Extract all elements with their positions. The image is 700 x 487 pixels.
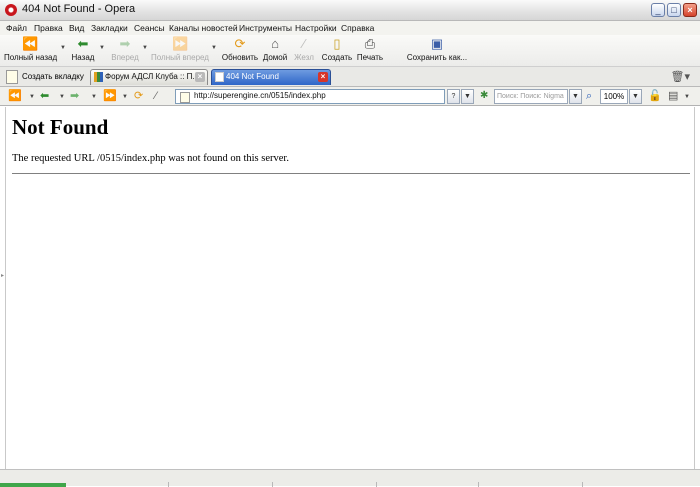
search-input[interactable]: Поиск: Поиск: Nigma xyxy=(494,89,568,104)
forum-favicon-icon xyxy=(94,72,103,82)
status-divider xyxy=(582,482,583,487)
address-dropdown-icon[interactable]: ▼ xyxy=(461,89,474,104)
magnifier-icon: ⌕ xyxy=(586,90,593,102)
fast-forward-dropdown-icon[interactable]: ▼ xyxy=(211,45,217,51)
forward-arrow-icon: ➡ xyxy=(119,36,131,51)
error-message: The requested URL /0515/index.php was no… xyxy=(12,153,289,164)
page-heading: Not Found xyxy=(12,115,109,139)
back-arrow-icon: ⬅ xyxy=(77,36,89,51)
menu-edit[interactable]: Правка xyxy=(34,23,63,33)
tab-forum[interactable]: Форум АДСЛ Клуба :: П... × xyxy=(90,69,208,85)
address-field[interactable]: http://superengine.cn/0515/index.php xyxy=(175,89,445,104)
title-bar: 404 Not Found - Opera _ □ × xyxy=(0,0,700,21)
forward-small-icon[interactable]: ➡ xyxy=(70,89,79,103)
dropdown-icon[interactable]: ▼ xyxy=(29,94,35,100)
print-button[interactable]: ⎙ Печать xyxy=(356,36,384,63)
dropdown-icon[interactable]: ▼ xyxy=(59,94,65,100)
close-tab-icon[interactable]: × xyxy=(195,72,205,82)
menu-bookmarks[interactable]: Закладки xyxy=(91,23,128,33)
home-icon: ⌂ xyxy=(271,36,279,51)
printer-icon: ⎙ xyxy=(364,36,376,51)
new-tab-icon xyxy=(6,69,18,84)
maximize-button[interactable]: □ xyxy=(667,3,681,17)
search-dropdown-icon[interactable]: ▼ xyxy=(569,89,582,104)
menu-file[interactable]: Файл xyxy=(6,23,27,33)
new-page-icon: ▯ xyxy=(333,36,341,51)
forward-button[interactable]: ➡ Вперед xyxy=(108,36,142,63)
rewind-icon: ⏪ xyxy=(22,36,39,51)
window-title: 404 Not Found - Opera xyxy=(22,3,136,15)
status-divider xyxy=(376,482,377,487)
floppy-disk-icon: ▣ xyxy=(430,36,444,51)
wand-button[interactable]: ⁄ Жезл xyxy=(292,36,316,63)
status-bar xyxy=(0,469,700,487)
url-text: http://superengine.cn/0515/index.php xyxy=(194,91,326,100)
back-small-icon[interactable]: ⬅ xyxy=(40,89,49,103)
trash-icon[interactable]: 🗑▾ xyxy=(671,70,691,83)
back-button[interactable]: ⬅ Назад xyxy=(70,36,96,63)
fast-forward-icon: ⏩ xyxy=(172,36,189,51)
save-as-button[interactable]: ▣ Сохранить как... xyxy=(404,36,470,63)
page-viewport: Not Found The requested URL /0515/index.… xyxy=(5,107,695,469)
menu-bar: Файл Правка Вид Закладки Сеансы Каналы н… xyxy=(0,21,700,35)
menu-tools[interactable]: Инструменты xyxy=(239,23,292,33)
dropdown-icon[interactable]: ▼ xyxy=(122,94,128,100)
panel-handle-icon[interactable]: ▸ xyxy=(1,272,4,279)
tab-404-not-found[interactable]: 404 Not Found × xyxy=(211,69,331,85)
page-favicon-icon xyxy=(215,72,224,82)
wand-icon: ⁄ xyxy=(302,36,306,51)
menu-help[interactable]: Справка xyxy=(341,23,374,33)
search-engine-icon[interactable]: ✱ xyxy=(480,89,488,103)
tab-bar: Создать вкладку Форум АДСЛ Клуба :: П...… xyxy=(0,67,700,87)
address-toolbar: ⏪ ▼ ⬅ ▼ ➡ ▼ ⏩ ▼ ⟳ ⁄ http://superengine.c… xyxy=(0,87,700,106)
status-divider xyxy=(478,482,479,487)
rewind-button[interactable]: ⏪ Полный назад xyxy=(4,36,57,63)
horizontal-rule xyxy=(12,173,690,174)
create-button[interactable]: ▯ Создать xyxy=(320,36,354,63)
new-tab-button[interactable]: Создать вкладку xyxy=(6,69,84,84)
page-view-icon[interactable]: ▤ xyxy=(668,89,678,103)
zoom-field[interactable]: 100% xyxy=(600,89,628,104)
status-divider xyxy=(272,482,273,487)
main-toolbar: ⏪ Полный назад ▼ ⬅ Назад ▼ ➡ Вперед ▼ ⏩ … xyxy=(0,35,700,67)
home-button[interactable]: ⌂ Домой xyxy=(262,36,288,63)
menu-settings[interactable]: Настройки xyxy=(295,23,337,33)
fast-forward-button[interactable]: ⏩ Полный вперед xyxy=(151,36,209,63)
menu-view[interactable]: Вид xyxy=(69,23,84,33)
minimize-button[interactable]: _ xyxy=(651,3,665,17)
reload-icon: ⟳ xyxy=(234,36,246,51)
close-window-button[interactable]: × xyxy=(683,3,697,17)
status-divider xyxy=(168,482,169,487)
page-icon xyxy=(180,92,190,103)
opera-logo-icon xyxy=(5,4,17,16)
close-tab-icon[interactable]: × xyxy=(318,72,328,82)
reload-small-icon[interactable]: ⟳ xyxy=(134,89,143,103)
wand-small-icon[interactable]: ⁄ xyxy=(155,89,157,103)
menu-sessions[interactable]: Сеансы xyxy=(134,23,165,33)
lock-icon: 🔓 xyxy=(648,90,662,102)
progress-bar xyxy=(0,483,66,487)
reload-button[interactable]: ⟳ Обновить xyxy=(221,36,259,63)
rewind-small-icon[interactable]: ⏪ xyxy=(8,89,22,103)
back-dropdown-icon[interactable]: ▼ xyxy=(99,45,105,51)
dropdown-icon[interactable]: ▼ xyxy=(684,94,690,100)
fast-forward-small-icon[interactable]: ⏩ xyxy=(103,89,117,103)
rewind-dropdown-icon[interactable]: ▼ xyxy=(60,45,66,51)
info-question-icon[interactable]: ? xyxy=(447,89,460,104)
dropdown-icon[interactable]: ▼ xyxy=(91,94,97,100)
menu-feeds[interactable]: Каналы новостей xyxy=(169,23,238,33)
forward-dropdown-icon[interactable]: ▼ xyxy=(142,45,148,51)
zoom-dropdown-icon[interactable]: ▼ xyxy=(629,89,642,104)
